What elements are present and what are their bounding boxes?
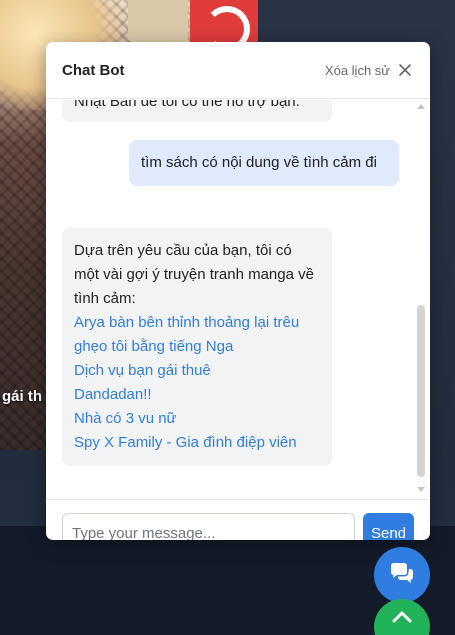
chevron-up-icon bbox=[392, 610, 412, 629]
scroll-up-arrow-icon[interactable] bbox=[417, 104, 425, 109]
close-icon[interactable] bbox=[396, 61, 414, 79]
manga-suggestion-link[interactable]: Dandadan!! bbox=[74, 383, 320, 407]
chat-bubbles-icon bbox=[389, 562, 415, 589]
chat-scrollbar[interactable] bbox=[415, 100, 427, 492]
header-actions: Xóa lịch sử bbox=[325, 61, 414, 79]
manga-suggestion-link[interactable]: Spy X Family - Gia đình điệp viên bbox=[74, 431, 320, 455]
scroll-down-arrow-icon[interactable] bbox=[417, 487, 425, 492]
chat-toggle-button[interactable] bbox=[374, 547, 430, 603]
bot-message-text: Nhật Bản để tôi có thể hỗ trợ bạn. bbox=[74, 100, 300, 110]
bot-message: Nhật Bản để tôi có thể hỗ trợ bạn. bbox=[62, 100, 332, 122]
user-message: tìm sách có nội dung về tình cảm đi bbox=[129, 140, 399, 186]
user-message-text: tìm sách có nội dung về tình cảm đi bbox=[141, 154, 377, 171]
bot-message: Dựa trên yêu cầu của bạn, tôi có một vài… bbox=[62, 228, 332, 466]
scrollbar-thumb[interactable] bbox=[417, 305, 425, 477]
chat-header: Chat Bot Xóa lịch sử bbox=[46, 42, 430, 99]
manga-drink-cup bbox=[128, 0, 188, 44]
chat-window: Chat Bot Xóa lịch sử Nhật Bản để tôi có … bbox=[46, 42, 430, 540]
message-input[interactable] bbox=[62, 513, 355, 540]
bot-message-intro: Dựa trên yêu cầu của bạn, tôi có một vài… bbox=[74, 242, 314, 307]
send-button[interactable]: Send bbox=[363, 513, 414, 540]
manga-title-text[interactable]: gái th bbox=[2, 388, 42, 405]
chat-title: Chat Bot bbox=[62, 61, 125, 79]
manga-suggestion-link[interactable]: Arya bàn bên thỉnh thoảng lại trêu ghẹo … bbox=[74, 311, 320, 359]
chat-input-area: Send bbox=[46, 500, 430, 540]
clear-history-button[interactable]: Xóa lịch sử bbox=[325, 63, 390, 78]
manga-red-logo bbox=[190, 0, 258, 52]
chat-messages[interactable]: Nhật Bản để tôi có thể hỗ trợ bạn. tìm s… bbox=[46, 100, 430, 500]
manga-suggestion-link[interactable]: Nhà có 3 vu nữ bbox=[74, 407, 320, 431]
manga-suggestion-link[interactable]: Dịch vụ bạn gái thuê bbox=[74, 359, 320, 383]
